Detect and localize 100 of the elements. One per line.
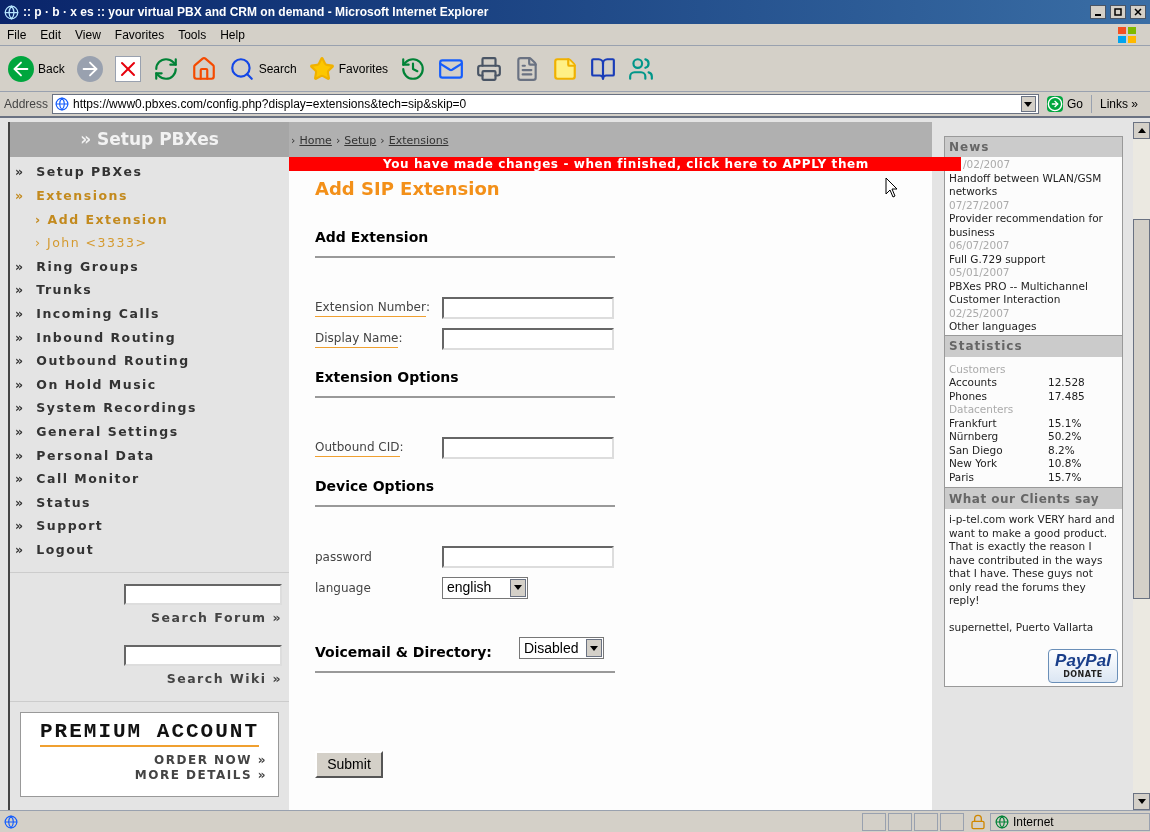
close-icon[interactable] [1130,5,1146,19]
go-arrow-icon [1046,96,1063,112]
statistics-label: New York [949,457,999,471]
label-colon: : [398,330,403,347]
sidebar-header: » Setup PBXes [10,122,289,157]
scroll-down-arrow-icon[interactable] [1137,799,1146,804]
home-icon [190,55,217,82]
search-icon [228,55,255,82]
news-link[interactable]: Handoff between WLAN/GSM networks [949,171,1118,199]
book-icon [590,55,617,82]
breadcrumb-separator: › [380,132,385,149]
breadcrumb-separator: › [335,132,341,149]
menu-item[interactable]: View [68,25,108,44]
toolbar-button[interactable]: Back [4,48,69,89]
text-field[interactable] [442,436,614,459]
nav-link[interactable]: » Personal Data [15,444,289,468]
lock-icon [970,813,986,830]
nav-link[interactable]: » System Recordings [15,396,289,421]
nav-link[interactable]: » Outbound Routing [15,349,289,374]
field-label: password [315,548,372,566]
nav-link[interactable]: » On Hold Music [15,373,289,397]
field-label-link[interactable]: Extension Number [315,298,426,317]
nav-link[interactable]: » Setup PBXes [15,161,289,185]
scroll-up-arrow-icon[interactable] [1137,128,1146,133]
apply-changes-banner[interactable]: You have made changes - when finished, click here to APPLY them [289,157,961,171]
status-pane [940,812,964,831]
address-field[interactable]: https://www0.pbxes.com/config.php?display=extensions&tech=sip&skip=0 [52,94,1039,114]
status-pane [914,812,938,831]
breadcrumb-link[interactable]: Setup [344,132,377,149]
page-icon [4,814,18,829]
note-icon [552,55,579,82]
dropdown[interactable]: Disabled [519,637,604,659]
statistics-value: 12.528 [1048,376,1085,390]
dropdown[interactable]: english [442,576,528,599]
statistics-label: Nürnberg [949,430,1000,444]
scrollbar-thumb[interactable] [1133,219,1150,599]
premium-link[interactable]: ORDER NOW » [154,752,267,768]
news-link[interactable]: Provider recommendation for business [949,212,1118,239]
scrollbar[interactable] [1133,122,1150,810]
voicemail-label: Voicemail & Directory: [315,643,493,662]
go-button[interactable]: Go [1042,95,1087,113]
menu-item[interactable]: File [0,25,34,44]
windows-logo-icon [1116,25,1138,44]
nav-link[interactable]: » Call Monitor [15,467,289,492]
mouse-cursor-icon [885,177,899,199]
breadcrumb-link[interactable]: Home [299,132,332,149]
statistics-label: Phones [949,389,988,403]
nav-link[interactable]: » General Settings [15,420,289,445]
paypal-donate-button[interactable]: PayPal DONATE [1048,649,1118,683]
menu-item[interactable]: Help [213,25,252,44]
testimonial-author: supernettel, Puerto Vallarta [949,620,1095,634]
printer-icon [476,55,503,82]
label-colon: : [425,299,430,316]
globe-icon [995,814,1009,829]
back-icon [8,55,34,82]
section-heading: Add Extension [315,216,615,258]
statistics-value: 8.2% [1048,443,1075,457]
label-colon: : [399,439,404,456]
search-button[interactable]: Search Wiki » [166,669,282,689]
refresh-icon [152,55,179,82]
breadcrumb-link[interactable]: Extensions [388,132,449,149]
field-label-link[interactable]: Outbound CID [315,438,400,457]
statistics-label: San Diego [949,443,1004,457]
statistics-label: Paris [949,470,975,484]
premium-title: PREMIUM ACCOUNT [40,718,259,747]
statistics-value: 15.7% [1048,470,1082,484]
text-field[interactable] [442,327,614,350]
text-field[interactable] [442,545,614,568]
window-title: :: p · b · x es :: your virtual PBX and CRM on demand - Microsoft Internet Explorer [23,4,490,21]
news-link[interactable]: PBXes PRO -- Multichannel Customer Interaction [949,279,1118,307]
search-field[interactable] [124,644,282,666]
news-date: 02/25/2007 [949,306,1011,320]
nav-link[interactable]: » Inbound Routing [15,326,289,350]
news-date: 05/01/2007 [949,266,1011,280]
menu-item[interactable]: Edit [33,25,69,44]
submit-button[interactable]: Submit [315,751,383,778]
text-field[interactable] [442,296,614,319]
forward-icon [76,55,103,82]
search-field[interactable] [124,584,282,606]
nav-link[interactable]: » Logout [15,538,289,563]
news-link[interactable]: Full G.729 support [949,252,1118,266]
minimize-icon[interactable] [1090,5,1106,19]
links-button[interactable]: Links » [1090,95,1146,113]
nav-link[interactable]: » Incoming Calls [15,302,289,327]
menu-item[interactable]: Favorites [107,25,172,44]
maximize-icon[interactable] [1110,5,1126,19]
nav-link[interactable]: » Ring Groups [15,255,289,279]
toolbar-button[interactable]: Favorites [304,48,393,89]
premium-link[interactable]: MORE DETAILS » [134,767,267,783]
search-button[interactable]: Search Forum » [151,609,282,628]
browser-icon [4,4,19,20]
page-title: Add SIP Extension [315,177,500,201]
statistics-group: Datacenters [949,403,1118,417]
news-link[interactable]: Other languages [949,320,1118,334]
toolbar-button[interactable]: Search [224,48,301,89]
nav-link[interactable]: » Trunks [15,278,289,303]
nav-link[interactable]: » Status [15,491,289,515]
field-label: language [315,579,371,597]
menu-item[interactable]: Tools [171,25,214,44]
nav-link[interactable]: » Support [15,514,289,539]
